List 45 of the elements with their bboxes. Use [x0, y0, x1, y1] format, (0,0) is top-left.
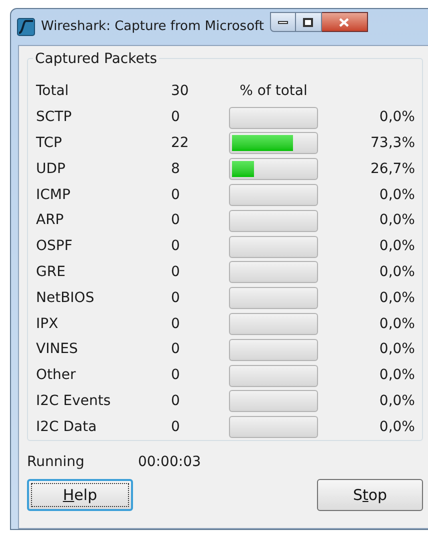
- status-label: Running: [27, 452, 86, 472]
- packet-count: 0: [170, 262, 181, 282]
- percent-value: 0,0%: [378, 314, 415, 334]
- percent-value: 0,0%: [378, 108, 415, 128]
- packet-count: 0: [170, 418, 181, 437]
- percent-value: 0,0%: [378, 237, 415, 256]
- window-title: Wireshark: Capture from Microsoft: [41, 18, 264, 36]
- percent-value: 0,0%: [378, 340, 415, 360]
- packet-count: 8: [170, 160, 181, 179]
- row-label: GRE: [36, 262, 66, 282]
- percent-value: 0,0%: [378, 392, 415, 411]
- packet-count: 0: [170, 392, 181, 411]
- packet-count: 0: [170, 288, 181, 308]
- column-header: % of total: [238, 82, 308, 102]
- percent-value: 0,0%: [378, 418, 415, 437]
- row-label: NetBIOS: [36, 288, 96, 308]
- packet-count: 0: [170, 340, 181, 360]
- packet-count: 0: [170, 314, 181, 334]
- row-label: I2C Events: [36, 392, 112, 411]
- row-label: ARP: [36, 211, 65, 230]
- row-label: I2C Data: [36, 418, 98, 437]
- percent-value: 0,0%: [378, 288, 415, 308]
- percent-value: 0,0%: [378, 186, 415, 205]
- percent-value: 0,0%: [378, 211, 415, 230]
- packet-count: 22: [170, 134, 190, 153]
- packet-count: 0: [170, 211, 181, 230]
- percent-value: 73,3%: [370, 134, 415, 153]
- packet-count: 0: [170, 108, 181, 128]
- row-label: ICMP: [36, 186, 72, 205]
- packet-count: 0: [170, 186, 181, 205]
- packet-count: 0: [170, 237, 181, 256]
- row-label: UDP: [36, 160, 66, 179]
- elapsed-time: 00:00:03: [138, 452, 201, 472]
- packet-count: 30: [170, 82, 190, 102]
- percent-value: 26,7%: [370, 160, 415, 179]
- percent-value: 0,0%: [378, 262, 415, 282]
- row-label: SCTP: [36, 108, 73, 128]
- row-label: OSPF: [36, 237, 74, 256]
- packet-count: 0: [170, 366, 181, 386]
- row-label: VINES: [36, 340, 79, 360]
- row-label: TCP: [36, 134, 63, 153]
- row-label: Total: [36, 82, 70, 102]
- row-label: Other: [36, 366, 77, 386]
- percent-value: 0,0%: [378, 366, 415, 386]
- row-label: IPX: [36, 314, 60, 334]
